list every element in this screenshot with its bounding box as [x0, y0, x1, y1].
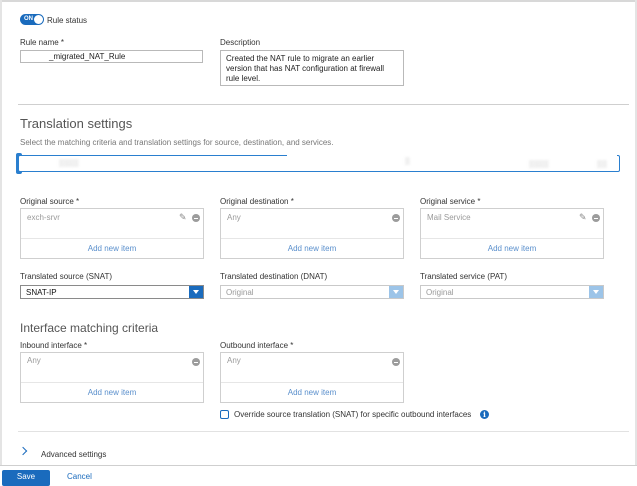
rule-name-input[interactable]: _migrated_NAT_Rule: [20, 50, 203, 63]
rule-status-toggle[interactable]: ON: [20, 14, 44, 25]
original-service-item: Mail Service: [427, 213, 471, 222]
chevron-right-icon[interactable]: [18, 446, 28, 456]
list-divider: [221, 238, 403, 239]
dropdown-button[interactable]: [189, 286, 203, 298]
frame-top-border: [0, 0, 637, 2]
rule-name-label: Rule name *: [20, 38, 65, 47]
description-textarea[interactable]: Created the NAT rule to migrate an earli…: [220, 50, 404, 86]
rule-status-label: Rule status: [47, 16, 88, 25]
dropdown-button[interactable]: [389, 286, 403, 298]
translated-destination-select[interactable]: Original: [220, 285, 404, 299]
list-divider: [221, 382, 403, 383]
original-destination-label: Original destination *: [220, 197, 294, 206]
original-source-item: exch-srvr: [27, 213, 60, 222]
original-destination-list: Any Add new item: [220, 208, 404, 259]
override-snat-label: Override source translation (SNAT) for s…: [234, 410, 472, 419]
caret-down-icon: [393, 290, 399, 294]
translated-source-value: SNAT-IP: [26, 288, 57, 297]
outbound-interface-item: Any: [227, 356, 241, 365]
caret-down-icon: [593, 290, 599, 294]
bar-mask-top: [287, 154, 617, 159]
inbound-interface-item: Any: [27, 356, 41, 365]
list-divider: [21, 382, 203, 383]
caret-down-icon: [193, 290, 199, 294]
toggle-on-text: ON: [24, 16, 33, 22]
bar-blurred-text-3: ▒▒▒▒: [529, 161, 549, 168]
add-new-item-button[interactable]: Add new item: [221, 388, 403, 397]
translation-settings-heading: Translation settings: [20, 116, 133, 131]
section-divider-top: [18, 104, 629, 105]
pencil-icon[interactable]: ✎: [579, 213, 587, 222]
outbound-interface-label: Outbound interface *: [220, 341, 294, 350]
translated-source-label: Translated source (SNAT): [20, 272, 113, 281]
list-divider: [21, 238, 203, 239]
description-label: Description: [220, 38, 261, 47]
save-button[interactable]: Save: [2, 470, 50, 486]
frame-left-border: [0, 0, 2, 465]
translated-destination-label: Translated destination (DNAT): [220, 272, 328, 281]
add-new-item-button[interactable]: Add new item: [421, 244, 603, 253]
highlight-bar: ▒▒▒▒ ▒ ▒▒▒▒ ▒▒: [18, 154, 620, 172]
list-divider: [421, 238, 603, 239]
interface-matching-heading: Interface matching criteria: [20, 321, 159, 335]
original-source-label: Original source *: [20, 197, 80, 206]
override-snat-checkbox[interactable]: [220, 410, 229, 419]
original-destination-item: Any: [227, 213, 241, 222]
footer-divider: [0, 465, 637, 466]
add-new-item-button[interactable]: Add new item: [21, 388, 203, 397]
pencil-icon[interactable]: ✎: [179, 213, 187, 222]
original-service-list: Mail Service ✎ Add new item: [420, 208, 604, 259]
translation-settings-subtitle: Select the matching criteria and transla…: [20, 138, 334, 147]
original-service-label: Original service *: [420, 197, 481, 206]
dropdown-button[interactable]: [589, 286, 603, 298]
bar-blurred-text-2: ▒: [405, 158, 410, 165]
add-new-item-button[interactable]: Add new item: [21, 244, 203, 253]
original-source-list: exch-srvr ✎ Add new item: [20, 208, 204, 259]
translated-destination-value: Original: [226, 288, 254, 297]
section-divider-bottom: [18, 431, 629, 432]
translated-service-value: Original: [426, 288, 454, 297]
minus-circle-icon[interactable]: [592, 214, 600, 222]
minus-circle-icon[interactable]: [192, 214, 200, 222]
bar-blurred-text-1: ▒▒▒▒: [59, 160, 79, 167]
minus-circle-icon[interactable]: [392, 214, 400, 222]
outbound-interface-list: Any Add new item: [220, 352, 404, 403]
bar-blurred-text-4: ▒▒: [597, 161, 607, 168]
inbound-interface-label: Inbound interface *: [20, 341, 88, 350]
minus-circle-icon[interactable]: [192, 358, 200, 366]
translated-service-label: Translated service (PAT): [420, 272, 507, 281]
info-icon[interactable]: i: [480, 410, 489, 419]
advanced-settings-toggle[interactable]: Advanced settings: [41, 450, 106, 459]
translated-service-select[interactable]: Original: [420, 285, 604, 299]
add-new-item-button[interactable]: Add new item: [221, 244, 403, 253]
translated-source-select[interactable]: SNAT-IP: [20, 285, 204, 299]
inbound-interface-list: Any Add new item: [20, 352, 204, 403]
minus-circle-icon[interactable]: [392, 358, 400, 366]
toggle-knob: [34, 15, 43, 24]
